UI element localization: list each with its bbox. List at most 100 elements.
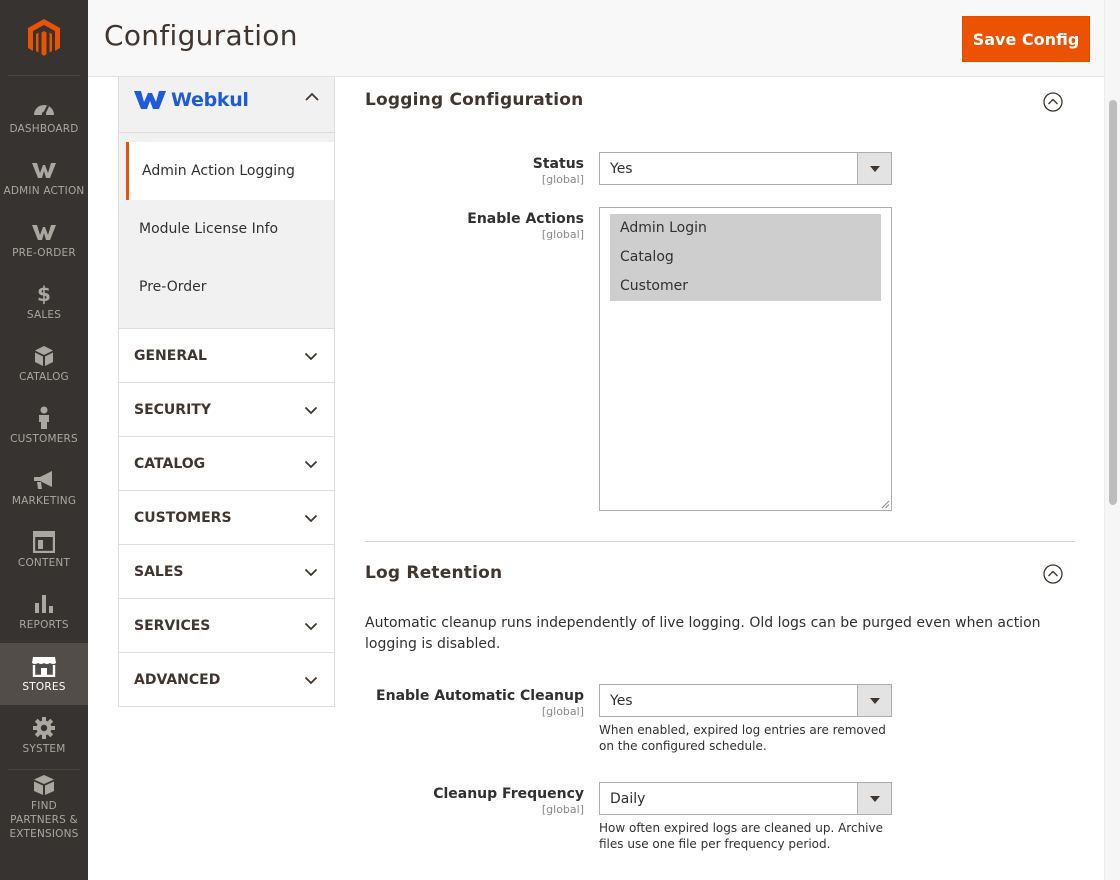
dropdown-arrow-icon (857, 153, 891, 184)
tab-group-general[interactable]: GENERAL (118, 329, 335, 383)
status-label: Status [global] (364, 153, 584, 186)
save-config-button[interactable]: Save Config (962, 16, 1090, 62)
tab-group-label: GENERAL (134, 347, 207, 364)
tab-group-security[interactable]: SECURITY (118, 383, 335, 437)
collapse-section-icon[interactable] (1043, 92, 1063, 112)
tab-group-catalog[interactable]: CATALOG (118, 437, 335, 491)
layout-icon (33, 530, 55, 554)
multiselect-option[interactable]: Admin Login (610, 214, 881, 243)
magento-logo[interactable] (8, 0, 80, 76)
nav-item-stores[interactable]: STORES (0, 643, 88, 705)
config-tabs: Webkul Admin Action Logging Module Licen… (118, 77, 335, 707)
nav-item-catalog[interactable]: CATALOG (0, 333, 88, 395)
page-title: Configuration (104, 19, 298, 52)
nav-label: FIND PARTNERS & EXTENSIONS (9, 800, 79, 840)
select-value: Yes (610, 160, 633, 177)
dropdown-arrow-icon (857, 783, 891, 814)
multiselect-option[interactable]: Customer (610, 272, 881, 301)
chevron-up-icon (305, 92, 319, 101)
nav-item-marketing[interactable]: MARKETING (0, 457, 88, 519)
nav-item-pre-order[interactable]: PRE-ORDER (0, 209, 88, 271)
webkul-w-icon (134, 91, 166, 109)
field-scope: [global] (541, 173, 584, 186)
gear-icon (32, 716, 56, 740)
tab-group-advanced[interactable]: ADVANCED (118, 653, 335, 707)
dollar-icon: $ (37, 282, 51, 306)
section-title-logging[interactable]: Logging Configuration (365, 90, 583, 110)
nav-item-reports[interactable]: REPORTS (0, 581, 88, 643)
tab-label: Pre-Order (139, 279, 207, 295)
resize-handle-icon[interactable] (881, 500, 890, 509)
tab-group-label: CUSTOMERS (134, 509, 232, 526)
box-icon (33, 344, 55, 368)
field-scope: [global] (541, 803, 584, 816)
auto-cleanup-note: When enabled, expired log entries are re… (599, 723, 886, 753)
scrollbar-thumb[interactable] (1109, 100, 1117, 505)
tab-pre-order[interactable]: Pre-Order (119, 258, 334, 316)
nav-label: SALES (26, 309, 62, 321)
nav-label: SYSTEM (22, 743, 66, 755)
tab-group-label: SALES (134, 563, 184, 580)
chevron-down-icon (304, 568, 318, 576)
tab-group-label: SERVICES (134, 617, 211, 634)
tab-group-label: CATALOG (134, 455, 206, 472)
chevron-down-icon (304, 676, 318, 684)
field-scope: [global] (541, 705, 584, 718)
auto-cleanup-label: Enable Automatic Cleanup [global] (364, 685, 584, 718)
nav-item-system[interactable]: SYSTEM (0, 705, 88, 767)
chevron-down-icon (304, 406, 318, 414)
tab-module-license-info[interactable]: Module License Info (119, 200, 334, 258)
nav-label: REPORTS (19, 619, 69, 631)
nav-divider (8, 769, 80, 770)
nav-label: MARKETING (11, 495, 77, 507)
chevron-down-icon (304, 622, 318, 630)
chevron-down-icon (304, 352, 318, 360)
webkul-w-icon (31, 220, 57, 244)
storefront-icon (31, 654, 57, 678)
section-divider (365, 541, 1075, 542)
nav-item-customers[interactable]: CUSTOMERS (0, 395, 88, 457)
tab-admin-action-logging[interactable]: Admin Action Logging (126, 142, 334, 200)
webkul-tab-list: Admin Action Logging Module License Info… (118, 133, 335, 329)
cleanup-frequency-label: Cleanup Frequency [global] (364, 783, 584, 816)
nav-item-admin-action[interactable]: ADMIN ACTION (0, 147, 88, 209)
select-value: Daily (610, 790, 646, 807)
field-label: Enable Actions (467, 211, 584, 227)
collapse-section-icon[interactable] (1043, 564, 1063, 584)
enable-actions-multiselect[interactable]: Admin Login Catalog Customer (599, 207, 892, 511)
nav-label: ADMIN ACTION (3, 185, 85, 197)
field-scope: [global] (541, 228, 584, 241)
dashboard-icon (32, 96, 56, 120)
page-scrollbar[interactable] (1104, 0, 1120, 880)
nav-item-dashboard[interactable]: DASHBOARD (0, 85, 88, 147)
nav-item-find-partners[interactable]: FIND PARTNERS & EXTENSIONS (0, 772, 88, 842)
tab-group-customers[interactable]: CUSTOMERS (118, 491, 335, 545)
section-title-retention[interactable]: Log Retention (365, 563, 502, 583)
multiselect-option[interactable]: Catalog (610, 243, 881, 272)
nav-label: CATALOG (19, 371, 69, 383)
field-label: Cleanup Frequency (433, 786, 584, 802)
nav-item-content[interactable]: CONTENT (0, 519, 88, 581)
tab-group-webkul[interactable]: Webkul (118, 77, 335, 133)
enable-actions-label: Enable Actions [global] (364, 208, 584, 241)
tab-group-services[interactable]: SERVICES (118, 599, 335, 653)
dropdown-arrow-icon (857, 685, 891, 716)
nav-label: CONTENT (17, 557, 71, 569)
extensions-box-icon (32, 773, 56, 797)
field-label: Enable Automatic Cleanup (376, 688, 584, 704)
tab-label: Module License Info (139, 221, 279, 237)
auto-cleanup-select[interactable]: Yes (599, 684, 892, 717)
status-select[interactable]: Yes (599, 152, 892, 185)
chevron-down-icon (304, 460, 318, 468)
magento-logo-icon (28, 18, 60, 56)
admin-nav: DASHBOARD ADMIN ACTION PRE-ORDER $ SALES… (0, 0, 88, 880)
tab-group-sales[interactable]: SALES (118, 545, 335, 599)
select-value: Yes (610, 692, 633, 709)
megaphone-icon (32, 468, 56, 492)
nav-label: CUSTOMERS (10, 433, 78, 445)
cleanup-frequency-select[interactable]: Daily (599, 782, 892, 815)
bar-chart-icon (33, 592, 55, 616)
nav-item-sales[interactable]: $ SALES (0, 271, 88, 333)
page-header: Configuration Save Config (88, 0, 1104, 77)
webkul-logo: Webkul (134, 89, 249, 111)
